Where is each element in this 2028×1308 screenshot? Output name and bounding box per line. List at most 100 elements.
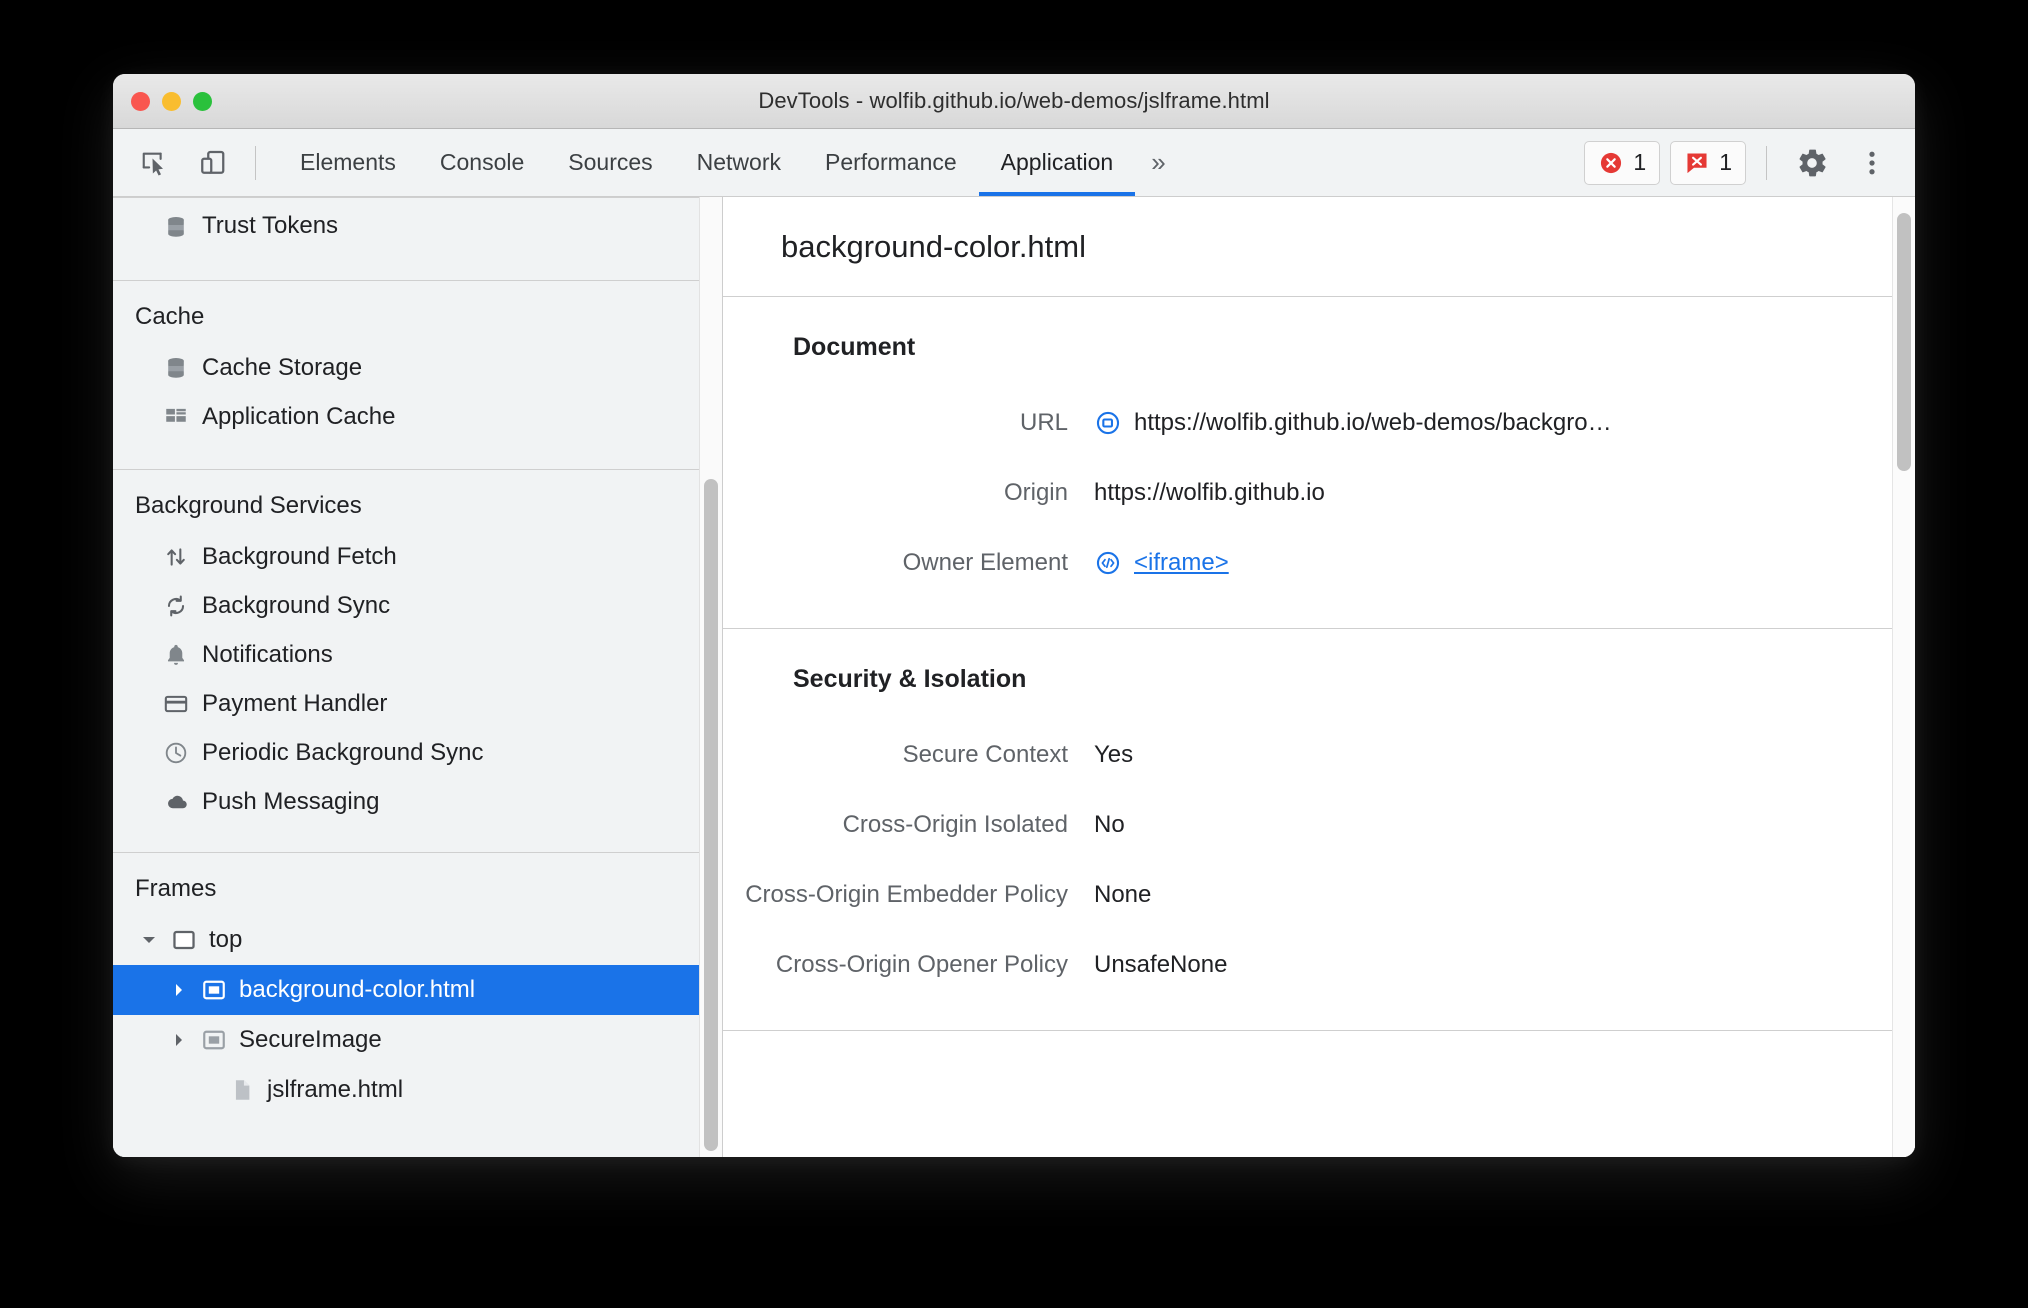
row-value: https://wolfib.github.io/web-demos/backg… bbox=[1094, 409, 1612, 437]
sidebar-item-label: Periodic Background Sync bbox=[202, 738, 484, 766]
maximize-button[interactable] bbox=[193, 91, 212, 111]
toolbar-right-icons: 1 1 bbox=[1584, 129, 1915, 196]
settings-button[interactable] bbox=[1787, 138, 1837, 188]
sidebar-scroll-content: Trust Tokens Cache Cache Storage Applica… bbox=[113, 197, 722, 1157]
detail-row-owner-element: Owner Element <iframe> bbox=[723, 528, 1893, 598]
sidebar-item-notifications[interactable]: Notifications bbox=[113, 630, 722, 679]
reveal-in-elements-icon[interactable] bbox=[1094, 409, 1122, 437]
frame-details-panel: background-color.html Document URL https… bbox=[723, 197, 1915, 1157]
tab-console[interactable]: Console bbox=[418, 129, 546, 196]
code-icon[interactable] bbox=[1094, 549, 1122, 577]
sidebar-item-label: Background Fetch bbox=[202, 542, 397, 570]
detail-row-url: URL https://wolfib.github.io/web-demos/b… bbox=[723, 388, 1893, 458]
row-label: URL bbox=[1019, 409, 1068, 436]
main-scrollbar-thumb[interactable] bbox=[1897, 213, 1911, 471]
sidebar-item-payment-handler[interactable]: Payment Handler bbox=[113, 679, 722, 728]
sidebar-scrollbar[interactable] bbox=[699, 197, 722, 1157]
sidebar-item-cache-storage[interactable]: Cache Storage bbox=[113, 343, 722, 392]
issue-count-badge[interactable]: 1 bbox=[1670, 140, 1746, 185]
cross-origin-isolated-value: No bbox=[1094, 811, 1125, 838]
chevron-right-icon[interactable] bbox=[169, 980, 189, 1000]
tab-performance[interactable]: Performance bbox=[803, 129, 979, 196]
frame-tree-item-jslframe[interactable]: jslframe.html bbox=[113, 1065, 722, 1115]
owner-element-link[interactable]: <iframe> bbox=[1134, 549, 1229, 577]
credit-card-icon bbox=[163, 691, 189, 717]
sidebar-item-push-messaging[interactable]: Push Messaging bbox=[113, 777, 722, 826]
devtools-toolbar: Elements Console Sources Network Perform… bbox=[113, 129, 1915, 197]
frame-tree-label: jslframe.html bbox=[267, 1076, 404, 1103]
sidebar-item-label: Notifications bbox=[202, 640, 333, 668]
sidebar-scrollbar-thumb[interactable] bbox=[704, 479, 718, 1151]
database-icon bbox=[163, 355, 189, 381]
frame-tree-item-background-color[interactable]: background-color.html bbox=[113, 965, 722, 1015]
row-label: Cross-Origin Embedder Policy bbox=[745, 881, 1068, 908]
chevron-right-icon[interactable] bbox=[169, 1030, 189, 1050]
chevron-down-icon[interactable] bbox=[139, 930, 159, 950]
main-scrollbar[interactable] bbox=[1892, 197, 1915, 1157]
tab-application[interactable]: Application bbox=[978, 129, 1136, 196]
sidebar-item-label: Background Sync bbox=[202, 591, 391, 619]
row-label: Origin bbox=[1003, 479, 1068, 506]
sidebar-item-label: Push Messaging bbox=[202, 787, 380, 815]
secure-context-value: Yes bbox=[1094, 741, 1134, 768]
bell-icon bbox=[163, 642, 189, 668]
device-toolbar-icon bbox=[201, 150, 225, 174]
window-icon bbox=[170, 926, 198, 954]
frame-details-content: background-color.html Document URL https… bbox=[723, 197, 1893, 1157]
row-value: UnsafeNone bbox=[1094, 951, 1227, 979]
row-value: None bbox=[1094, 881, 1151, 909]
toolbar-left-icons bbox=[113, 129, 266, 196]
sidebar-group-title: Cache bbox=[135, 303, 205, 330]
url-value: https://wolfib.github.io/web-demos/backg… bbox=[1134, 409, 1612, 436]
row-value: <iframe> bbox=[1094, 549, 1229, 577]
detail-row-cross-origin-isolated: Cross-Origin Isolated No bbox=[723, 790, 1893, 860]
sidebar-item-label: Cache Storage bbox=[202, 353, 363, 381]
sidebar-group-background-services: Background Services Background Fetch Bac… bbox=[113, 470, 722, 826]
row-label: Owner Element bbox=[902, 549, 1068, 576]
detail-row-coop: Cross-Origin Opener Policy UnsafeNone bbox=[723, 930, 1893, 1000]
row-value: No bbox=[1094, 811, 1125, 839]
row-value: https://wolfib.github.io bbox=[1094, 479, 1325, 507]
issue-speech-bubble-icon bbox=[1687, 152, 1707, 173]
devtools-body: Trust Tokens Cache Cache Storage Applica… bbox=[113, 197, 1915, 1157]
error-count-badge[interactable]: 1 bbox=[1584, 140, 1661, 185]
close-button[interactable] bbox=[131, 91, 150, 111]
device-toolbar-button[interactable] bbox=[187, 137, 239, 189]
sidebar-item-trust-tokens[interactable]: Trust Tokens bbox=[113, 198, 722, 242]
frame-tree-label: SecureImage bbox=[239, 1026, 382, 1053]
toolbar-divider-right bbox=[1766, 145, 1767, 180]
sidebar-group-title: Background Services bbox=[135, 492, 362, 519]
minimize-button[interactable] bbox=[162, 91, 181, 111]
more-tabs-button[interactable]: » bbox=[1135, 129, 1181, 196]
window-titlebar: DevTools - wolfib.github.io/web-demos/js… bbox=[113, 74, 1915, 129]
section-document: Document URL https://wolfib.github.io/we… bbox=[723, 297, 1893, 629]
frame-tree-item-top[interactable]: top bbox=[113, 915, 722, 965]
screenshot-root: DevTools - wolfib.github.io/web-demos/js… bbox=[0, 0, 2028, 1308]
sidebar-group-cache: Cache Cache Storage Application Cache bbox=[113, 281, 722, 441]
row-label: Cross-Origin Isolated bbox=[842, 811, 1068, 838]
more-options-button[interactable] bbox=[1847, 138, 1897, 188]
tab-elements[interactable]: Elements bbox=[278, 129, 418, 196]
inspect-element-button[interactable] bbox=[129, 137, 181, 189]
sidebar-item-label: Payment Handler bbox=[202, 689, 388, 717]
section-title: Document bbox=[793, 333, 916, 361]
origin-value: https://wolfib.github.io bbox=[1094, 479, 1325, 506]
sidebar-item-application-cache[interactable]: Application Cache bbox=[113, 392, 722, 441]
sidebar-item-label: Trust Tokens bbox=[202, 212, 339, 239]
row-label: Secure Context bbox=[902, 741, 1068, 768]
frame-tree-item-secureimage[interactable]: SecureImage bbox=[113, 1015, 722, 1065]
section-security-isolation: Security & Isolation Secure Context Yes … bbox=[723, 629, 1893, 1031]
grid-icon bbox=[163, 404, 189, 430]
panel-tabs: Elements Console Sources Network Perform… bbox=[278, 129, 1182, 196]
sync-icon bbox=[163, 593, 189, 619]
tab-network[interactable]: Network bbox=[675, 129, 803, 196]
sidebar-item-periodic-background-sync[interactable]: Periodic Background Sync bbox=[113, 728, 722, 777]
sidebar-item-background-fetch[interactable]: Background Fetch bbox=[113, 532, 722, 581]
tab-sources[interactable]: Sources bbox=[546, 129, 674, 196]
sidebar-item-background-sync[interactable]: Background Sync bbox=[113, 581, 722, 630]
clock-icon bbox=[163, 740, 189, 766]
row-label: Cross-Origin Opener Policy bbox=[775, 951, 1068, 978]
detail-row-secure-context: Secure Context Yes bbox=[723, 720, 1893, 790]
devtools-window: DevTools - wolfib.github.io/web-demos/js… bbox=[113, 74, 1915, 1157]
detail-row-origin: Origin https://wolfib.github.io bbox=[723, 458, 1893, 528]
